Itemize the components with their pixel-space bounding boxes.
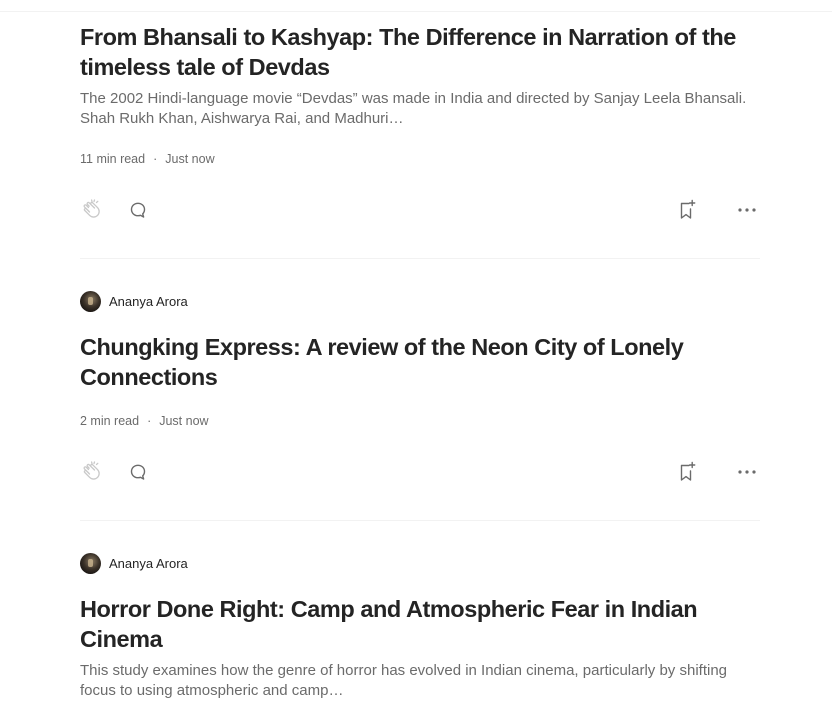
author-avatar[interactable]: [80, 552, 101, 574]
published-time: Just now: [165, 152, 215, 166]
author-name[interactable]: Ananya Arora: [109, 556, 188, 571]
article-title[interactable]: Horror Done Right: Camp and Atmospheric …: [80, 594, 760, 654]
bookmark-add-icon[interactable]: [675, 460, 699, 484]
article-actions: [80, 198, 760, 222]
article-title[interactable]: Chungking Express: A review of the Neon …: [80, 332, 760, 392]
article-meta: 2 min read · Just now: [80, 414, 209, 428]
response-icon[interactable]: [126, 460, 150, 484]
article-subtitle[interactable]: The 2002 Hindi-language movie “Devdas” w…: [80, 89, 760, 129]
clap-icon[interactable]: [81, 460, 105, 484]
bookmark-add-icon[interactable]: [675, 198, 699, 222]
article-subtitle[interactable]: This study examines how the genre of hor…: [80, 661, 760, 701]
article-actions: [80, 460, 760, 484]
article-card: Ananya Arora Horror Done Right: Camp and…: [80, 521, 762, 713]
meta-separator: ·: [153, 152, 158, 166]
clap-icon[interactable]: [81, 198, 105, 222]
read-time: 2 min read: [80, 414, 140, 428]
published-time: Just now: [159, 414, 209, 428]
author-row[interactable]: Ananya Arora: [80, 290, 188, 312]
read-time: 11 min read: [80, 152, 146, 166]
article-meta: 11 min read · Just now: [80, 152, 215, 166]
meta-separator: ·: [147, 414, 152, 428]
article-card: Ananya Arora Chungking Express: A review…: [80, 259, 762, 521]
author-name[interactable]: Ananya Arora: [109, 294, 188, 309]
more-icon[interactable]: [735, 198, 759, 222]
author-row[interactable]: Ananya Arora: [80, 552, 188, 574]
article-card: From Bhansali to Kashyap: The Difference…: [80, 0, 762, 259]
author-avatar[interactable]: [80, 290, 101, 312]
more-icon[interactable]: [735, 460, 759, 484]
response-icon[interactable]: [126, 198, 150, 222]
article-title[interactable]: From Bhansali to Kashyap: The Difference…: [80, 22, 760, 82]
